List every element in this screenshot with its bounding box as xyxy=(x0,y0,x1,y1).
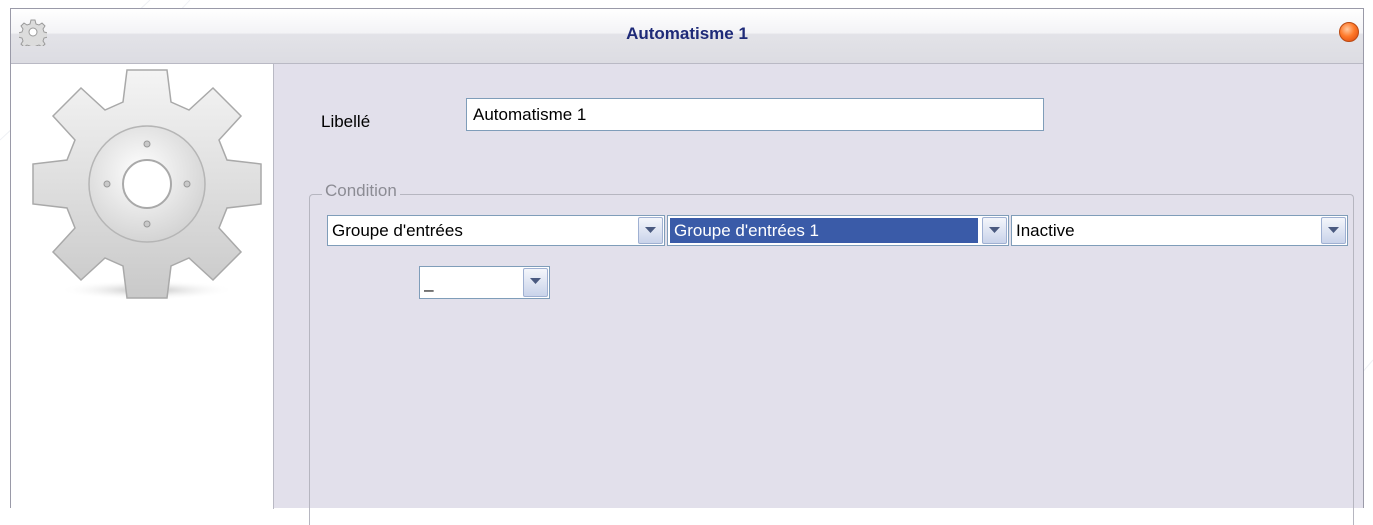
state-value: Inactive xyxy=(1016,221,1075,240)
input-group-dropdown-button[interactable] xyxy=(982,217,1007,244)
close-button[interactable] xyxy=(1339,22,1359,42)
window-title: Automatisme 1 xyxy=(626,24,748,43)
automatism-window: Automatisme 1 Libellé Automatisme 1 Cond… xyxy=(10,8,1364,525)
chevron-down-icon xyxy=(645,227,656,233)
state-dropdown-button[interactable] xyxy=(1321,217,1346,244)
condition-type-dropdown-button[interactable] xyxy=(638,217,663,244)
chevron-down-icon xyxy=(1328,227,1339,233)
icon-panel xyxy=(11,64,274,509)
title-bar[interactable]: Automatisme 1 xyxy=(11,9,1363,64)
condition-legend: Condition xyxy=(322,181,400,201)
state-combo[interactable]: Inactive xyxy=(1011,215,1348,246)
chevron-down-icon xyxy=(989,227,1000,233)
libelle-label: Libellé xyxy=(321,112,371,131)
operator-dropdown-button[interactable] xyxy=(523,268,548,297)
libelle-input[interactable]: Automatisme 1 xyxy=(466,98,1044,131)
chevron-down-icon xyxy=(530,278,541,284)
input-group-value: Groupe d'entrées 1 xyxy=(670,218,978,243)
form-panel: Libellé Automatisme 1 Condition Groupe d… xyxy=(274,64,1363,525)
input-group-combo[interactable]: Groupe d'entrées 1 xyxy=(667,215,1009,246)
operator-value: _ xyxy=(424,273,434,292)
condition-type-combo[interactable]: Groupe d'entrées xyxy=(327,215,665,246)
condition-type-value: Groupe d'entrées xyxy=(332,221,463,240)
operator-combo[interactable]: _ xyxy=(419,266,550,299)
gear-icon xyxy=(32,69,262,300)
